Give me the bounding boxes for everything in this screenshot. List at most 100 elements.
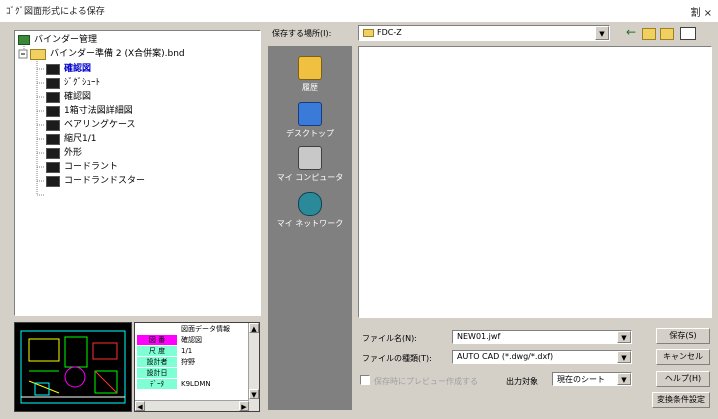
place-label: マイ コンピュータ <box>276 173 344 182</box>
tree-item-label: コードランドスター <box>64 176 146 186</box>
view-menu-icon[interactable] <box>680 27 696 40</box>
cad-drawing-thumbnail <box>20 330 126 404</box>
lookin-combo[interactable]: FDC-Z ▼ <box>358 25 610 41</box>
place-desktop[interactable]: デスクトップ <box>268 102 352 139</box>
property-value: 確認図 <box>181 336 202 344</box>
place-my-computer[interactable]: マイ コンピュータ <box>268 146 352 183</box>
property-row: 尺 度 1/1 <box>135 346 253 357</box>
new-folder-icon[interactable] <box>660 28 674 40</box>
window-title: ｺﾞｸﾞ図面形式による保存 <box>6 7 105 17</box>
drawing-properties: 図面データ情報 図 番 確認図 尺 度 1/1 設計者 狩野 設計日 ﾃﾞｰﾀ … <box>134 322 260 412</box>
tree-item-label: バインダー準備 2 (X合併案).bnd <box>50 49 185 59</box>
scroll-up-arrow-icon[interactable]: ▲ <box>249 323 259 333</box>
filetype-label: ファイルの種類(T): <box>362 354 432 363</box>
place-history[interactable]: 履歴 <box>268 56 352 93</box>
scroll-left-arrow-icon[interactable]: ◀ <box>135 401 145 411</box>
property-value: K9LDMN <box>181 380 211 388</box>
desktop-icon <box>298 102 322 126</box>
place-label: デスクトップ <box>286 129 334 138</box>
tree-item-binder-root[interactable]: バインダー管理 <box>18 33 97 47</box>
property-row: 図 番 確認図 <box>135 335 253 346</box>
output-value: 現在のシート <box>557 375 605 384</box>
tree-item-sheet[interactable]: コードランドスター <box>46 174 145 188</box>
file-list[interactable] <box>358 46 712 318</box>
network-icon <box>298 192 322 216</box>
chevron-down-icon[interactable]: ▼ <box>595 26 609 40</box>
drawing-preview <box>14 322 132 412</box>
filetype-value: AUTO CAD (*.dwg/*.dxf) <box>457 352 554 361</box>
scroll-down-arrow-icon[interactable]: ▼ <box>249 389 259 399</box>
history-icon <box>298 56 322 80</box>
folder-icon <box>363 29 374 37</box>
property-row: 設計者 狩野 <box>135 357 253 368</box>
tree-item-label: コードラント <box>64 162 119 172</box>
property-key: ﾃﾞｰﾀ <box>137 379 177 389</box>
cancel-button[interactable]: キャンセル <box>656 349 710 365</box>
tree-item-label: ベアリングケース <box>64 120 136 130</box>
binder-root-icon <box>18 35 30 45</box>
sheet-icon <box>46 147 60 159</box>
property-row: ﾃﾞｰﾀ K9LDMN <box>135 379 253 390</box>
sheet-icon <box>46 105 60 117</box>
places-bar: 履歴 デスクトップ マイ コンピュータ マイ ネットワーク <box>268 46 352 410</box>
sheet-icon <box>46 63 60 75</box>
tree-item-label: 確認図 <box>64 92 92 102</box>
output-select[interactable]: 現在のシート ▼ <box>552 372 632 386</box>
property-row: 設計日 <box>135 368 253 379</box>
property-value: 狩野 <box>181 358 195 366</box>
property-key: 図 番 <box>137 335 177 345</box>
chevron-down-icon[interactable]: ▼ <box>617 351 631 363</box>
filename-field[interactable]: NEW01.jwf ▼ <box>452 330 632 344</box>
lookin-label: 保存する場所(I): <box>272 29 332 38</box>
up-folder-icon[interactable] <box>642 28 656 40</box>
my-computer-icon <box>298 146 322 170</box>
filename-value: NEW01.jwf <box>457 332 501 341</box>
binder-tree[interactable]: バインダー管理 バインダー準備 2 (X合併案).bnd 確認図 ｼﾞｸﾞｼｭｰ… <box>14 30 261 316</box>
sheet-icon <box>46 161 60 173</box>
properties-header: 図面データ情報 <box>181 325 230 333</box>
preview-checkbox-label: 保存時にプレビュー作成する <box>374 377 478 386</box>
properties-hscrollbar[interactable]: ◀ ▶ <box>135 400 249 411</box>
properties-scrollbar[interactable]: ▲ ▼ <box>248 323 259 411</box>
filetype-select[interactable]: AUTO CAD (*.dwg/*.dxf) ▼ <box>452 350 632 364</box>
tree-item-sheet[interactable]: 外形 <box>46 146 82 160</box>
sheet-icon <box>46 175 60 187</box>
tree-item-label: バインダー管理 <box>34 35 98 45</box>
lookin-value: FDC-Z <box>377 28 402 37</box>
sheet-icon <box>46 119 60 131</box>
tree-item-sheet[interactable]: 縮尺1/1 <box>46 132 97 146</box>
tree-item-sheet[interactable]: ｼﾞｸﾞｼｭｰﾄ <box>46 76 100 90</box>
close-button[interactable]: 割 × <box>690 4 712 19</box>
place-network[interactable]: マイ ネットワーク <box>268 192 352 229</box>
tree-item-sheet[interactable]: ベアリングケース <box>46 118 136 132</box>
tree-item-label: 1箱寸法図詳細図 <box>64 106 133 116</box>
tree-item-binder-file[interactable]: バインダー準備 2 (X合併案).bnd <box>30 47 185 61</box>
tree-item-sheet[interactable]: 確認図 <box>46 62 91 76</box>
help-button[interactable]: ヘルプ(H) <box>656 371 710 387</box>
place-label: 履歴 <box>302 83 318 92</box>
preview-checkbox[interactable] <box>360 375 370 385</box>
chevron-down-icon[interactable]: ▼ <box>617 373 631 385</box>
scroll-right-arrow-icon[interactable]: ▶ <box>239 401 249 411</box>
tree-item-label: 縮尺1/1 <box>64 134 97 144</box>
title-bar: ｺﾞｸﾞ図面形式による保存 割 × <box>0 0 718 22</box>
back-arrow-icon[interactable]: ← <box>624 26 638 39</box>
tree-item-sheet[interactable]: 確認図 <box>46 90 91 104</box>
property-value: 1/1 <box>181 347 193 355</box>
sheet-icon <box>46 91 60 103</box>
tree-item-sheet[interactable]: 1箱寸法図詳細図 <box>46 104 133 118</box>
tree-item-sheet[interactable]: コードラント <box>46 160 118 174</box>
save-button[interactable]: 保存(S) <box>656 328 710 344</box>
property-key: 設計者 <box>137 357 177 367</box>
place-label: マイ ネットワーク <box>276 219 344 228</box>
sheet-icon <box>46 133 60 145</box>
filename-label: ファイル名(N): <box>362 334 417 343</box>
tree-item-label: 外形 <box>64 148 83 158</box>
sheet-icon <box>46 77 60 89</box>
folder-icon <box>30 48 46 60</box>
tree-item-label: ｼﾞｸﾞｼｭｰﾄ <box>64 78 101 88</box>
property-key: 尺 度 <box>137 346 177 356</box>
conversion-settings-button[interactable]: 変換条件設定 <box>652 392 710 408</box>
chevron-down-icon[interactable]: ▼ <box>617 331 631 343</box>
output-label: 出力対象 <box>506 377 538 386</box>
